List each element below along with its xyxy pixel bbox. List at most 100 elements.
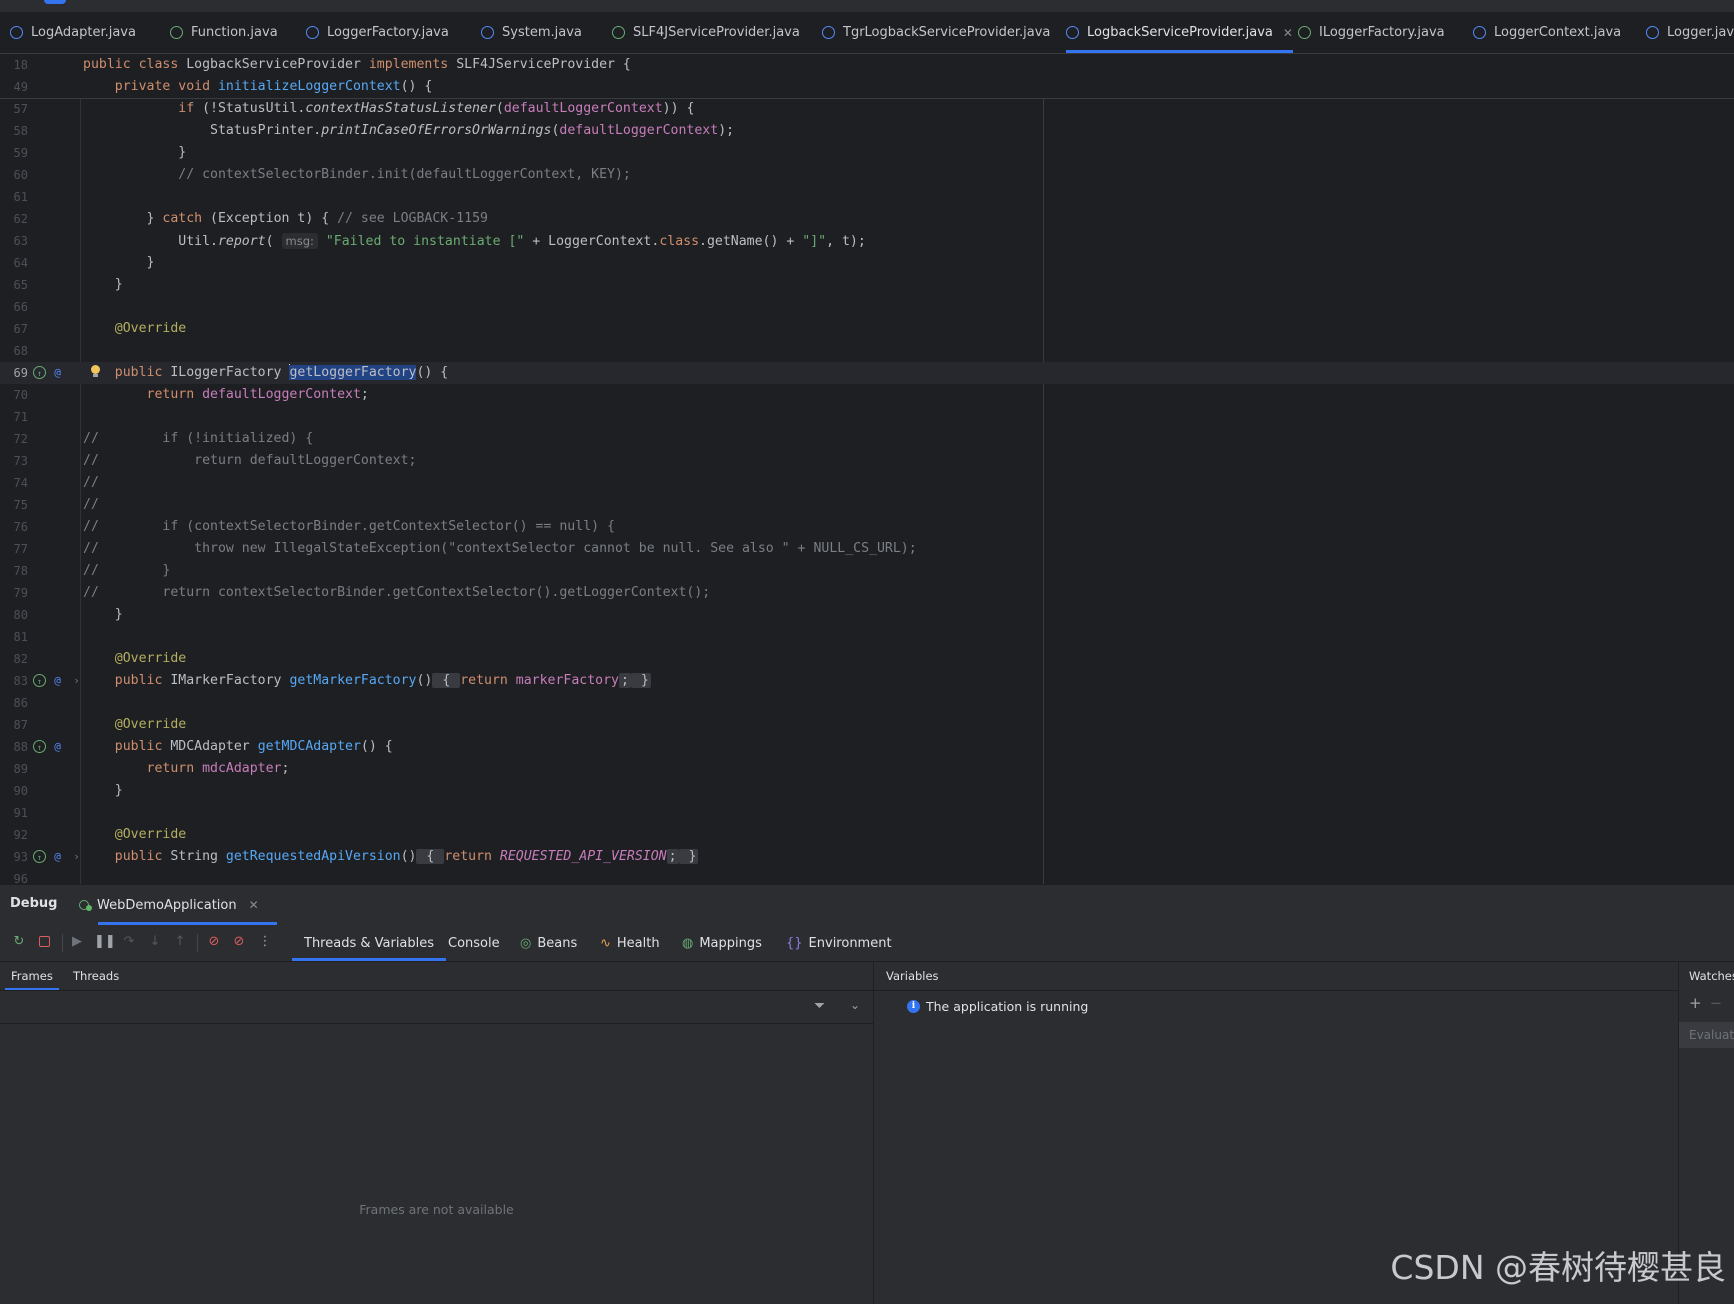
code-line[interactable]: 18 public class LogbackServiceProvider im…: [0, 54, 1734, 76]
code-line[interactable]: 61: [0, 186, 1734, 208]
editor-tab[interactable]: TgrLogbackServiceProvider.java: [822, 12, 1050, 53]
step-out-icon[interactable]: ↑: [171, 933, 189, 951]
tab-threads[interactable]: Threads: [73, 962, 119, 990]
line-number[interactable]: 91: [0, 802, 28, 824]
implements-method-icon[interactable]: ↑: [33, 674, 46, 687]
code-line[interactable]: 60 // contextSelectorBinder.init(default…: [0, 164, 1734, 186]
line-number[interactable]: 64: [0, 252, 28, 274]
implements-method-icon[interactable]: ↑: [33, 740, 46, 753]
line-number[interactable]: 78: [0, 560, 28, 582]
debug-tab[interactable]: ∿ Health: [600, 925, 660, 961]
resume-icon[interactable]: ▶: [68, 933, 86, 951]
code-line[interactable]: 68: [0, 340, 1734, 362]
code-line[interactable]: 65 }: [0, 274, 1734, 296]
line-number[interactable]: 82: [0, 648, 28, 670]
line-number[interactable]: 63: [0, 230, 28, 252]
filter-icon[interactable]: ⏷: [814, 998, 825, 1014]
line-number[interactable]: 72: [0, 428, 28, 450]
code-line[interactable]: 57 if (!StatusUtil.contextHasStatusListe…: [0, 98, 1734, 120]
editor-tab[interactable]: Function.java: [170, 12, 278, 53]
line-number[interactable]: 90: [0, 780, 28, 802]
line-number[interactable]: 74: [0, 472, 28, 494]
line-number[interactable]: 86: [0, 692, 28, 714]
remove-watch-icon[interactable]: −: [1710, 994, 1723, 1012]
line-number[interactable]: 60: [0, 164, 28, 186]
code-line[interactable]: 76 // if (contextSelectorBinder.getContex…: [0, 516, 1734, 538]
code-line[interactable]: 80 }: [0, 604, 1734, 626]
code-line[interactable]: 67 @Override: [0, 318, 1734, 340]
line-number[interactable]: 61: [0, 186, 28, 208]
code-line[interactable]: 59 }: [0, 142, 1734, 164]
line-number[interactable]: 58: [0, 120, 28, 142]
tab-frames[interactable]: Frames: [5, 962, 59, 990]
fold-chevron-icon[interactable]: ›: [70, 674, 83, 687]
pause-icon[interactable]: ❚❚: [94, 933, 116, 951]
code-line[interactable]: 87 @Override: [0, 714, 1734, 736]
line-number[interactable]: 65: [0, 274, 28, 296]
debug-tab[interactable]: Threads & Variables: [291, 925, 447, 961]
code-line[interactable]: 93 public String getRequestedApiVersion(…: [0, 846, 1734, 868]
stop-icon[interactable]: [35, 933, 53, 951]
code-line[interactable]: 69 public ILoggerFactory getLoggerFactor…: [0, 362, 1734, 384]
code-line[interactable]: 78 // }: [0, 560, 1734, 582]
line-number[interactable]: 77: [0, 538, 28, 560]
debug-tab[interactable]: ◍ Mappings: [682, 925, 762, 961]
step-into-icon[interactable]: ↓: [146, 933, 164, 951]
implements-method-icon[interactable]: ↑: [33, 366, 46, 379]
line-number[interactable]: 89: [0, 758, 28, 780]
line-number[interactable]: 59: [0, 142, 28, 164]
debug-tab[interactable]: Console: [448, 925, 500, 961]
line-number[interactable]: 69: [0, 362, 28, 384]
editor-tab[interactable]: LogAdapter.java: [10, 12, 136, 53]
line-number[interactable]: 87: [0, 714, 28, 736]
close-icon[interactable]: ✕: [1283, 26, 1293, 40]
code-editor[interactable]: 18 public class LogbackServiceProvider im…: [0, 54, 1734, 884]
code-line[interactable]: 74 //: [0, 472, 1734, 494]
line-number[interactable]: 83: [0, 670, 28, 692]
close-icon[interactable]: ✕: [249, 898, 259, 912]
code-line[interactable]: 86: [0, 692, 1734, 714]
more-options-icon[interactable]: ⋮: [256, 933, 274, 951]
code-line[interactable]: 66: [0, 296, 1734, 318]
editor-tab[interactable]: LogbackServiceProvider.java ✕: [1066, 12, 1293, 53]
line-number[interactable]: 96: [0, 868, 28, 884]
mapping-icon[interactable]: @: [51, 850, 64, 863]
line-number[interactable]: 92: [0, 824, 28, 846]
rerun-icon[interactable]: ↻: [10, 933, 28, 951]
line-number[interactable]: 73: [0, 450, 28, 472]
line-number[interactable]: 79: [0, 582, 28, 604]
code-line[interactable]: 79 // return contextSelectorBinder.getCon…: [0, 582, 1734, 604]
line-number[interactable]: 76: [0, 516, 28, 538]
chevron-down-icon[interactable]: ⌄: [850, 998, 860, 1012]
mute-breakpoints-icon[interactable]: ⊘: [230, 933, 248, 951]
line-number[interactable]: 66: [0, 296, 28, 318]
fold-chevron-icon[interactable]: ›: [70, 850, 83, 863]
code-line[interactable]: 88 public MDCAdapter getMDCAdapter() {↑ @: [0, 736, 1734, 758]
code-line[interactable]: 91: [0, 802, 1734, 824]
debug-tab[interactable]: {} Environment: [786, 925, 892, 961]
line-number[interactable]: 88: [0, 736, 28, 758]
step-over-icon[interactable]: ↷: [120, 933, 138, 951]
debug-tab[interactable]: ◎ Beans: [520, 925, 577, 961]
code-line[interactable]: 90 }: [0, 780, 1734, 802]
editor-tab[interactable]: System.java: [481, 12, 582, 53]
editor-tab[interactable]: ILoggerFactory.java: [1298, 12, 1445, 53]
add-watch-icon[interactable]: +: [1689, 994, 1702, 1012]
code-line[interactable]: 49 private void initializeLoggerContext(…: [0, 76, 1734, 98]
code-line[interactable]: 58 StatusPrinter.printInCaseOfErrorsOrWa…: [0, 120, 1734, 142]
code-line[interactable]: 64 }: [0, 252, 1734, 274]
code-line[interactable]: 71: [0, 406, 1734, 428]
mapping-icon[interactable]: @: [51, 366, 64, 379]
code-line[interactable]: 72 // if (!initialized) {: [0, 428, 1734, 450]
lightbulb-icon[interactable]: [90, 365, 101, 378]
line-number[interactable]: 68: [0, 340, 28, 362]
code-line[interactable]: 63 Util.report( msg: "Failed to instanti…: [0, 230, 1734, 252]
line-number[interactable]: 70: [0, 384, 28, 406]
mapping-icon[interactable]: @: [51, 674, 64, 687]
line-number[interactable]: 49: [0, 76, 28, 98]
line-number[interactable]: 75: [0, 494, 28, 516]
line-number[interactable]: 62: [0, 208, 28, 230]
code-line[interactable]: 62 } catch (Exception t) { // see LOGBAC…: [0, 208, 1734, 230]
code-line[interactable]: 77 // throw new IllegalStateException("co…: [0, 538, 1734, 560]
code-line[interactable]: 96: [0, 868, 1734, 884]
